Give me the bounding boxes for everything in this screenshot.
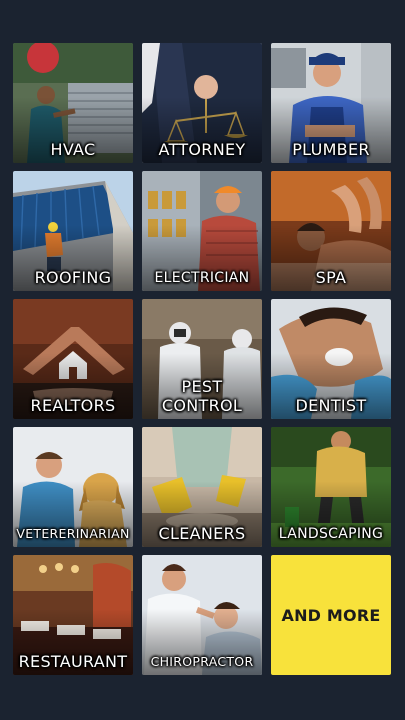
tile-label: VETERERINARIAN [16,526,130,541]
tile-label: REALTORS [30,396,116,415]
tile-attorney[interactable]: ATTORNEY [142,43,262,163]
tile-label: CLEANERS [158,524,246,543]
tile-label-line1: PEST [181,377,223,396]
tile-label: ELECTRICIAN [154,270,250,286]
tile-label: HVAC [50,140,96,159]
tile-label: PEST CONTROL [142,377,262,415]
tile-landscaping[interactable]: LANDSCAPING [271,427,391,547]
tile-label: PLUMBER [292,140,370,159]
tile-hvac[interactable]: HVAC [13,43,133,163]
tile-realtors[interactable]: REALTORS [13,299,133,419]
tile-spa[interactable]: SPA [271,171,391,291]
tile-label: LANDSCAPING [278,526,384,542]
tile-label: DENTIST [295,396,367,415]
tile-dentist[interactable]: DENTIST [271,299,391,419]
tile-plumber[interactable]: PLUMBER [271,43,391,163]
tile-cleaners[interactable]: CLEANERS [142,427,262,547]
tile-label: AND MORE [281,605,381,625]
service-grid: HVAC ATTORNEY PLUMBER ROOFING ELECTRICIA… [13,43,391,675]
tile-and-more[interactable]: AND MORE [271,555,391,675]
tile-roofing[interactable]: ROOFING [13,171,133,291]
tile-pest-control[interactable]: PEST CONTROL [142,299,262,419]
tile-label: RESTAURANT [18,652,128,671]
tile-veterinarian[interactable]: VETERERINARIAN [13,427,133,547]
tile-label: CHIROPRACTOR [150,654,254,669]
tile-label-line2: CONTROL [161,396,243,415]
tile-label: ROOFING [34,268,112,287]
tile-electrician[interactable]: ELECTRICIAN [142,171,262,291]
tile-label: ATTORNEY [158,140,246,159]
tile-restaurant[interactable]: RESTAURANT [13,555,133,675]
tile-label: SPA [315,268,347,287]
tile-chiropractor[interactable]: CHIROPRACTOR [142,555,262,675]
